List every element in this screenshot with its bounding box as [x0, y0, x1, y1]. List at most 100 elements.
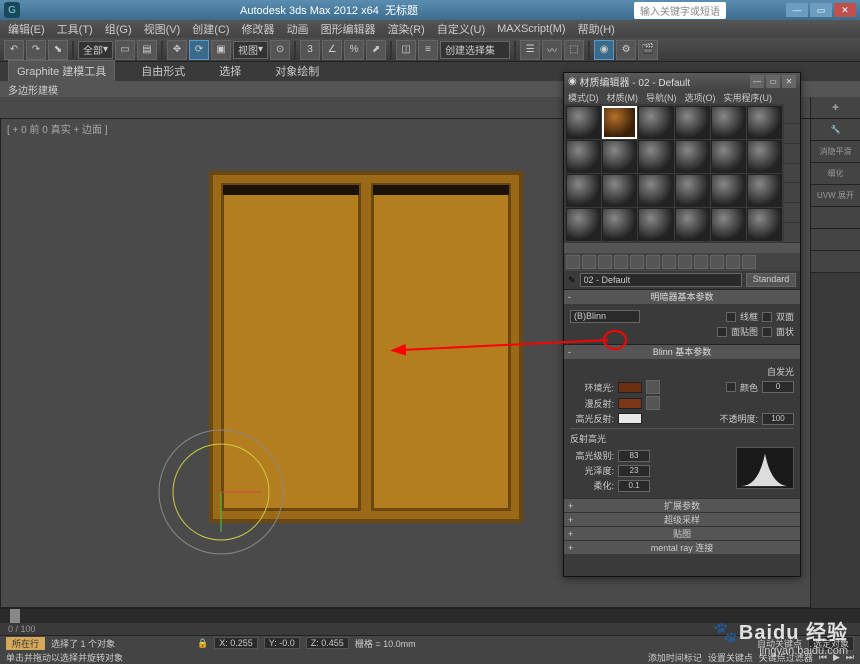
ambient-lock[interactable]	[646, 380, 660, 394]
menu-customize[interactable]: 自定义(U)	[437, 21, 485, 37]
mat-slot[interactable]	[675, 140, 710, 173]
twosided-check[interactable]	[762, 312, 772, 322]
material-editor-titlebar[interactable]: ◉ 材质编辑器 - 02 - Default — ▭ ✕	[564, 73, 800, 90]
timeline[interactable]	[0, 609, 860, 623]
uv-tile-button[interactable]	[784, 164, 800, 184]
scale-button[interactable]: ▣	[211, 40, 231, 60]
menu-render[interactable]: 渲染(R)	[388, 21, 425, 37]
mat-slot[interactable]	[675, 208, 710, 241]
put-library-button[interactable]	[662, 255, 676, 269]
tab-paint[interactable]: 对象绘制	[267, 61, 327, 81]
rotate-button[interactable]: ⟳	[189, 40, 209, 60]
rollout-supersample[interactable]: 超级采样	[564, 512, 800, 526]
faceted-check[interactable]	[762, 327, 772, 337]
schematic-button[interactable]: ⬚	[564, 40, 584, 60]
diffuse-swatch[interactable]	[618, 398, 642, 409]
background-button[interactable]	[784, 144, 800, 164]
facemap-check[interactable]	[717, 327, 727, 337]
mat-slot[interactable]	[747, 174, 782, 207]
spec-level-spinner[interactable]: 83	[618, 450, 650, 462]
mat-slot[interactable]	[566, 106, 601, 139]
specular-swatch[interactable]	[618, 413, 642, 424]
align-button[interactable]: ≡	[418, 40, 438, 60]
menu-graph[interactable]: 图形编辑器	[321, 21, 376, 37]
preview-button[interactable]	[784, 203, 800, 223]
mat-menu-nav[interactable]: 导航(N)	[646, 91, 677, 104]
coord-x[interactable]: X: 0.255	[214, 637, 258, 649]
show-map-button[interactable]	[694, 255, 708, 269]
diffuse-map-button[interactable]	[646, 396, 660, 410]
menu-modifiers[interactable]: 修改器	[242, 21, 275, 37]
addtime-button[interactable]: 添加时间标记	[648, 651, 702, 664]
menu-help[interactable]: 帮助(H)	[578, 21, 615, 37]
mat-slot[interactable]	[566, 140, 601, 173]
menu-group[interactable]: 组(G)	[105, 21, 132, 37]
rotate-gizmo[interactable]	[156, 427, 286, 557]
material-name-input[interactable]	[580, 273, 742, 287]
render-button[interactable]: 🎬	[638, 40, 658, 60]
snap-button[interactable]: 3	[300, 40, 320, 60]
material-type-button[interactable]: Standard	[746, 273, 796, 287]
selfillum-check[interactable]	[726, 382, 736, 392]
make-unique-button[interactable]	[646, 255, 660, 269]
reset-button[interactable]	[614, 255, 628, 269]
keyfilter-button[interactable]: 关键点过滤器	[759, 651, 813, 664]
menu-tools[interactable]: 工具(T)	[57, 21, 93, 37]
tab-selection[interactable]: 选择	[211, 61, 249, 81]
dialog-minimize[interactable]: —	[750, 75, 764, 88]
ref-coord[interactable]: 视图 ▾	[233, 41, 268, 59]
lock-icon[interactable]: 🔒	[197, 638, 208, 649]
cmd-tab-create[interactable]: ✚	[811, 97, 860, 119]
opacity-spinner[interactable]: 100	[762, 413, 794, 425]
cmd-slot[interactable]	[811, 251, 860, 273]
mat-slot[interactable]	[675, 174, 710, 207]
cmd-slot[interactable]	[811, 229, 860, 251]
dialog-close[interactable]: ✕	[782, 75, 796, 88]
mat-slot-active[interactable]	[602, 106, 637, 139]
menu-view[interactable]: 视图(V)	[144, 21, 181, 37]
rollout-mentalray[interactable]: mental ray 连接	[564, 540, 800, 554]
dialog-maximize[interactable]: ▭	[766, 75, 780, 88]
material-id-button[interactable]	[678, 255, 692, 269]
get-material-button[interactable]	[566, 255, 580, 269]
mat-slot[interactable]	[711, 174, 746, 207]
help-search[interactable]: 输入关键字或短语	[634, 2, 726, 19]
move-button[interactable]: ✥	[167, 40, 187, 60]
select-name-button[interactable]: ▤	[137, 40, 157, 60]
play-back-button[interactable]: ⏮	[819, 652, 827, 663]
play-fwd-button[interactable]: ⏭	[846, 652, 854, 663]
put-back-button[interactable]	[582, 255, 596, 269]
keymode-dropdown[interactable]: 选定对象	[808, 636, 854, 651]
coord-z[interactable]: Z: 0.455	[306, 637, 349, 649]
cmd-tab-modify[interactable]: 🔧	[811, 119, 860, 141]
sample-type-button[interactable]	[784, 104, 800, 124]
soften-spinner[interactable]: 0.1	[618, 480, 650, 492]
named-selset[interactable]: 创建选择集	[440, 41, 510, 59]
menu-edit[interactable]: 编辑(E)	[8, 21, 45, 37]
curve-editor-button[interactable]: 〰	[542, 40, 562, 60]
mat-slot[interactable]	[675, 106, 710, 139]
minimize-button[interactable]: —	[786, 3, 808, 17]
time-slider[interactable]	[10, 609, 20, 623]
ambient-swatch[interactable]	[618, 382, 642, 393]
mat-menu-util[interactable]: 实用程序(U)	[724, 91, 773, 104]
tab-graphite[interactable]: Graphite 建模工具	[8, 60, 115, 81]
rollout-extended[interactable]: 扩展参数	[564, 498, 800, 512]
angle-snap-button[interactable]: ∠	[322, 40, 342, 60]
selection-filter[interactable]: 全部 ▾	[78, 41, 113, 59]
redo-button[interactable]: ↷	[26, 40, 46, 60]
pick-icon[interactable]: ✎	[568, 275, 576, 286]
mat-slot[interactable]	[711, 140, 746, 173]
cmd-item[interactable]: UVW 展开	[811, 185, 860, 207]
render-setup-button[interactable]: ⚙	[616, 40, 636, 60]
layers-button[interactable]: ☰	[520, 40, 540, 60]
mat-slot[interactable]	[711, 208, 746, 241]
cmd-slot[interactable]	[811, 207, 860, 229]
go-sibling-button[interactable]	[742, 255, 756, 269]
menu-maxscript[interactable]: MAXScript(M)	[497, 23, 565, 35]
select-button[interactable]: ▭	[115, 40, 135, 60]
pivot-button[interactable]: ⊙	[270, 40, 290, 60]
coord-y[interactable]: Y: -0.0	[264, 637, 300, 649]
undo-button[interactable]: ↶	[4, 40, 24, 60]
material-editor-button[interactable]: ◉	[594, 40, 614, 60]
